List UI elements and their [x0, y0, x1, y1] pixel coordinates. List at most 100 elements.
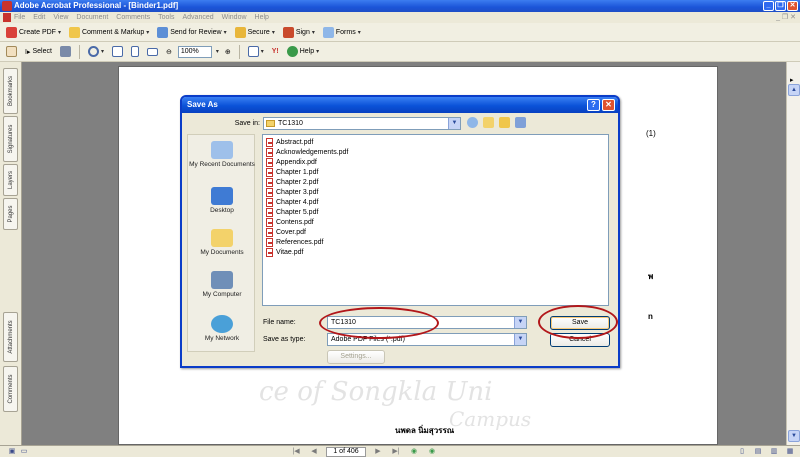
continuous-facing-icon[interactable]: ▦ [784, 447, 796, 457]
new-folder-icon[interactable] [499, 117, 510, 128]
file-item[interactable]: Chapter 3.pdf [266, 188, 318, 197]
zoom-dropdown-icon[interactable]: ▾ [216, 48, 219, 55]
send-review-label: Send for Review [170, 28, 222, 36]
place-recent-documents[interactable]: My Recent Documents [188, 141, 256, 168]
place-desktop[interactable]: Desktop [188, 187, 256, 214]
scroll-up-button[interactable]: ▲ [788, 84, 800, 96]
fit-page-button[interactable] [129, 45, 141, 59]
yahoo-button[interactable]: Y! [270, 45, 281, 59]
dialog-help-button[interactable]: ? [587, 99, 600, 111]
menu-window[interactable]: Window [222, 12, 247, 23]
vertical-scrollbar[interactable]: ▸ ▲ ▼ [786, 62, 800, 445]
document-icon[interactable] [3, 13, 11, 22]
continuous-icon[interactable]: ▤ [752, 447, 764, 457]
zoom-tool-button[interactable]: ▾ [86, 45, 106, 59]
tab-layers[interactable]: Layers [3, 164, 18, 196]
file-list[interactable]: Abstract.pdf Acknowledgements.pdf Append… [262, 134, 609, 306]
tab-attachments-label: Attachments [7, 320, 14, 354]
file-name: Chapter 5.pdf [276, 209, 319, 216]
file-name: Chapter 4.pdf [276, 199, 319, 206]
dialog-close-button[interactable]: ✕ [602, 99, 615, 111]
page-number-field[interactable]: 1 of 406 [326, 447, 366, 457]
file-item[interactable]: Vitae.pdf [266, 248, 304, 257]
tab-comments[interactable]: Comments [3, 366, 18, 412]
sign-button[interactable]: Sign ▾ [281, 25, 317, 39]
tab-bookmarks[interactable]: Bookmarks [3, 68, 18, 114]
place-my-documents[interactable]: My Documents [188, 229, 256, 256]
file-item[interactable]: Chapter 1.pdf [266, 168, 318, 177]
fit-width-button[interactable] [145, 45, 160, 59]
last-page-button[interactable]: ▶| [390, 447, 402, 457]
tab-attachments[interactable]: Attachments [3, 312, 18, 362]
recent-documents-icon [211, 141, 233, 159]
chevron-down-icon[interactable]: ▼ [514, 334, 526, 345]
actual-size-button[interactable] [110, 45, 125, 59]
send-review-button[interactable]: Send for Review ▾ [155, 25, 228, 39]
zoom-in-button[interactable]: ⊕ [223, 45, 233, 59]
file-item[interactable]: Abstract.pdf [266, 138, 313, 147]
pdf-file-icon [266, 248, 273, 257]
up-folder-icon[interactable] [483, 117, 494, 128]
cancel-button[interactable]: Cancel [550, 333, 610, 347]
rotate-view-button[interactable]: ▾ [246, 45, 266, 59]
scroll-down-button[interactable]: ▼ [788, 430, 800, 442]
close-window-button[interactable]: ✕ [787, 1, 798, 11]
menu-advanced[interactable]: Advanced [182, 12, 213, 23]
file-item[interactable]: Chapter 2.pdf [266, 178, 318, 187]
file-name-input[interactable]: TC1310 ▼ [327, 316, 527, 329]
previous-view-button[interactable]: ◉ [408, 447, 420, 457]
restore-button[interactable]: ❐ [775, 1, 786, 11]
menu-view[interactable]: View [53, 12, 68, 23]
next-view-button[interactable]: ◉ [426, 447, 438, 457]
next-page-button[interactable]: ▶ [372, 447, 384, 457]
create-pdf-button[interactable]: Create PDF ▾ [4, 25, 63, 39]
forms-button[interactable]: Forms ▾ [321, 25, 363, 39]
select-tool-button[interactable]: I▸ Select [23, 45, 54, 59]
file-item[interactable]: Acknowledgements.pdf [266, 148, 348, 157]
comment-markup-button[interactable]: Comment & Markup ▾ [67, 25, 151, 39]
file-item[interactable]: Cover.pdf [266, 228, 306, 237]
menu-help[interactable]: Help [255, 12, 269, 23]
save-button[interactable]: Save [550, 316, 610, 330]
file-name-value: TC1310 [331, 319, 356, 326]
hand-tool-button[interactable] [4, 45, 19, 59]
menu-tools[interactable]: Tools [158, 12, 174, 23]
zoom-level-input[interactable]: 100% [177, 45, 212, 58]
zoom-out-button[interactable]: ⊖ [164, 45, 174, 59]
single-page-icon[interactable]: ▯ [736, 447, 748, 457]
save-in-dropdown[interactable]: TC1310 ▼ [263, 117, 461, 130]
menu-document[interactable]: Document [76, 12, 108, 23]
view-menu-icon[interactable] [515, 117, 526, 128]
menu-comments[interactable]: Comments [116, 12, 150, 23]
minimize-button[interactable]: _ [763, 1, 774, 11]
panel-expand-icon[interactable]: ▸ [790, 76, 794, 84]
settings-button[interactable]: Settings... [327, 350, 385, 364]
file-item[interactable]: Contens.pdf [266, 218, 314, 227]
facing-icon[interactable]: ▥ [768, 447, 780, 457]
page-size-icon[interactable]: ▭ [18, 447, 30, 457]
place-label: My Documents [200, 249, 244, 256]
tab-pages[interactable]: Pages [3, 198, 18, 230]
file-item[interactable]: Chapter 5.pdf [266, 208, 318, 217]
menu-edit[interactable]: Edit [33, 12, 45, 23]
menu-file[interactable]: File [14, 12, 25, 23]
first-page-button[interactable]: |◀ [290, 447, 302, 457]
help-button[interactable]: Help ▾ [285, 45, 321, 59]
place-my-computer[interactable]: My Computer [188, 271, 256, 298]
file-item[interactable]: Appendix.pdf [266, 158, 317, 167]
snapshot-button[interactable] [58, 45, 73, 59]
options-icon[interactable]: ▣ [6, 447, 18, 457]
back-icon[interactable] [467, 117, 478, 128]
dialog-navigation-icons [467, 117, 526, 128]
chevron-down-icon[interactable]: ▼ [448, 118, 460, 129]
place-my-network[interactable]: My Network [188, 315, 256, 342]
save-as-dialog: Save As ? ✕ Save in: TC1310 ▼ My Recent … [180, 95, 620, 368]
save-as-type-dropdown[interactable]: Adobe PDF Files (*.pdf) ▼ [327, 333, 527, 346]
secure-button[interactable]: Secure ▾ [233, 25, 277, 39]
chevron-down-icon[interactable]: ▼ [514, 317, 526, 328]
tab-signatures[interactable]: Signatures [3, 116, 18, 162]
document-window-controls[interactable]: _ ❐ ✕ [776, 12, 796, 23]
previous-page-button[interactable]: ◀ [308, 447, 320, 457]
file-item[interactable]: References.pdf [266, 238, 323, 247]
file-item[interactable]: Chapter 4.pdf [266, 198, 318, 207]
